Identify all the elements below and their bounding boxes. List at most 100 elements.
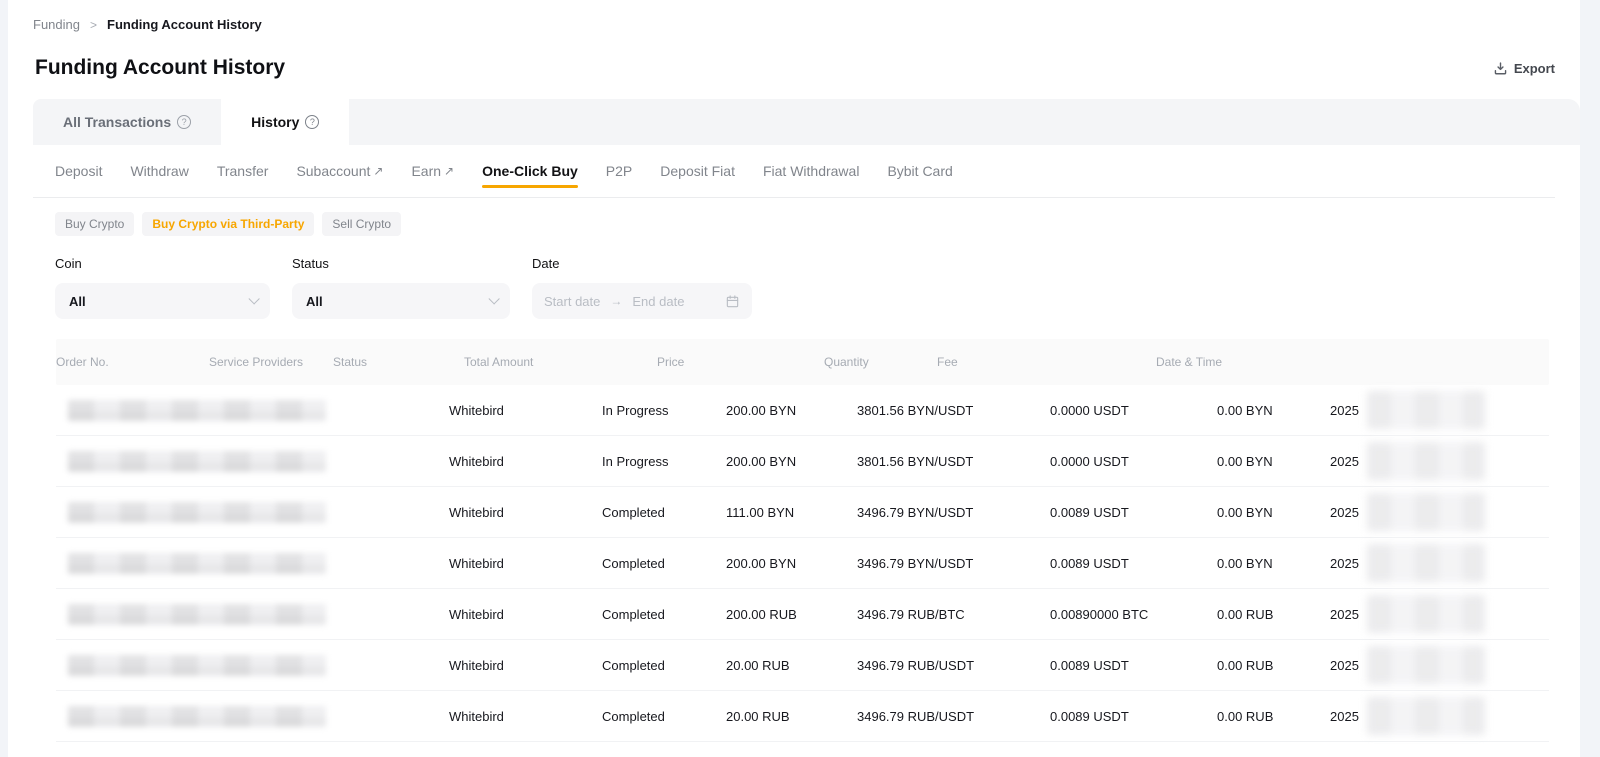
tab[interactable]: History ? (221, 99, 349, 145)
order-no-cell (56, 706, 449, 727)
coin-label: Coin (55, 256, 270, 271)
subtab-item[interactable]: Subaccount ↗ (296, 145, 383, 197)
redacted-date (1367, 646, 1485, 684)
subtab-item[interactable]: Earn ↗ (411, 145, 454, 197)
total-amount-cell: 200.00 BYN (726, 454, 857, 469)
subtab-label: Earn (411, 163, 441, 179)
subtab-item[interactable]: P2P (606, 145, 632, 197)
date-time-cell: 2025 (1330, 442, 1549, 480)
quantity-cell: 0.0000 USDT (1050, 454, 1217, 469)
status-select-value: All (306, 294, 323, 309)
subtab-nav: Deposit Withdraw Transfer Subaccount ↗ E… (33, 145, 1555, 198)
redacted-date (1367, 442, 1485, 480)
subtab-label: One-Click Buy (482, 163, 578, 179)
subtab-item[interactable]: Withdraw (130, 145, 188, 197)
service-provider-cell: Whitebird (449, 403, 602, 418)
total-amount-cell: 111.00 BYN (726, 505, 857, 520)
subtab-item[interactable]: One-Click Buy (482, 145, 578, 197)
subtab-label: Deposit (55, 163, 102, 179)
table-header: Order No. Service Providers Status Total… (56, 339, 1549, 385)
subtab-label: Withdraw (130, 163, 188, 179)
coin-select[interactable]: All (55, 283, 270, 319)
chip-label: Buy Crypto (65, 217, 124, 231)
table-row[interactable]: Whitebird Completed 20.00 RUB 3496.79 RU… (56, 640, 1549, 691)
total-amount-cell: 20.00 RUB (726, 658, 857, 673)
date-filter: Date Start date → End date (532, 256, 752, 319)
column-header: Quantity (824, 355, 937, 369)
redacted-order-no (68, 706, 326, 727)
table-row[interactable]: Whitebird Completed 20.00 RUB 3496.79 RU… (56, 691, 1549, 742)
date-time-cell: 2025 (1330, 646, 1549, 684)
chip-label: Sell Crypto (332, 217, 391, 231)
subtab-item[interactable]: Bybit Card (887, 145, 952, 197)
fee-cell: 0.00 RUB (1217, 658, 1330, 673)
end-date-placeholder[interactable]: End date (632, 294, 684, 309)
breadcrumb-separator-icon: > (90, 18, 97, 32)
date-year: 2025 (1330, 658, 1359, 673)
date-time-cell: 2025 (1330, 544, 1549, 582)
chip[interactable]: Buy Crypto via Third-Party (142, 212, 314, 236)
chevron-down-icon (248, 293, 259, 304)
subtab-item[interactable]: Deposit Fiat (660, 145, 735, 197)
price-cell: 3496.79 RUB/USDT (857, 709, 1050, 724)
fee-cell: 0.00 BYN (1217, 403, 1330, 418)
export-button[interactable]: Export (1493, 61, 1555, 76)
status-cell: In Progress (602, 454, 726, 469)
total-amount-cell: 20.00 RUB (726, 709, 857, 724)
status-cell: Completed (602, 607, 726, 622)
date-time-cell: 2025 (1330, 595, 1549, 633)
redacted-order-no (68, 655, 326, 676)
help-icon[interactable]: ? (305, 115, 319, 129)
column-header: Fee (937, 355, 1156, 369)
column-header: Price (657, 355, 824, 369)
service-provider-cell: Whitebird (449, 556, 602, 571)
tab-label: All Transactions (63, 114, 171, 130)
subtab-label: Deposit Fiat (660, 163, 735, 179)
breadcrumb-funding-link[interactable]: Funding (33, 17, 80, 32)
service-provider-cell: Whitebird (449, 658, 602, 673)
breadcrumb-current: Funding Account History (107, 17, 262, 32)
price-cell: 3801.56 BYN/USDT (857, 403, 1050, 418)
date-time-cell: 2025 (1330, 391, 1549, 429)
quantity-cell: 0.0089 USDT (1050, 709, 1217, 724)
subtab-item[interactable]: Deposit (55, 145, 102, 197)
quantity-cell: 0.0089 USDT (1050, 556, 1217, 571)
subtab-label: P2P (606, 163, 632, 179)
column-header: Total Amount (464, 355, 657, 369)
table-row[interactable]: Whitebird In Progress 200.00 BYN 3801.56… (56, 385, 1549, 436)
service-provider-cell: Whitebird (449, 454, 602, 469)
date-range-input[interactable]: Start date → End date (532, 283, 752, 319)
status-select[interactable]: All (292, 283, 510, 319)
start-date-placeholder[interactable]: Start date (544, 294, 600, 309)
fee-cell: 0.00 BYN (1217, 505, 1330, 520)
price-cell: 3801.56 BYN/USDT (857, 454, 1050, 469)
table-row[interactable]: Whitebird In Progress 200.00 BYN 3801.56… (56, 436, 1549, 487)
price-cell: 3496.79 BYN/USDT (857, 505, 1050, 520)
subtab-label: Transfer (217, 163, 269, 179)
subtab-item[interactable]: Transfer (217, 145, 269, 197)
filters-row: Coin All Status All Date Start date → En… (55, 256, 1580, 319)
table-row[interactable]: Whitebird Completed 200.00 RUB 3496.79 R… (56, 589, 1549, 640)
help-icon[interactable]: ? (177, 115, 191, 129)
status-cell: Completed (602, 505, 726, 520)
column-header: Status (333, 355, 464, 369)
redacted-order-no (68, 502, 326, 523)
chip[interactable]: Buy Crypto (55, 212, 134, 236)
fee-cell: 0.00 RUB (1217, 607, 1330, 622)
export-label: Export (1514, 61, 1555, 76)
table-row[interactable]: Whitebird Completed 200.00 BYN 3496.79 B… (56, 538, 1549, 589)
chip[interactable]: Sell Crypto (322, 212, 401, 236)
status-cell: Completed (602, 556, 726, 571)
status-cell: Completed (602, 709, 726, 724)
redacted-date (1367, 595, 1485, 633)
tab[interactable]: All Transactions ? (33, 99, 221, 145)
subtab-item[interactable]: Fiat Withdrawal (763, 145, 859, 197)
redacted-date (1367, 493, 1485, 531)
calendar-icon[interactable] (725, 294, 740, 309)
table-row[interactable]: Whitebird Completed 111.00 BYN 3496.79 B… (56, 487, 1549, 538)
fee-cell: 0.00 RUB (1217, 709, 1330, 724)
breadcrumb: Funding > Funding Account History (8, 0, 1580, 32)
date-year: 2025 (1330, 709, 1359, 724)
subtab-label: Bybit Card (887, 163, 952, 179)
fee-cell: 0.00 BYN (1217, 454, 1330, 469)
